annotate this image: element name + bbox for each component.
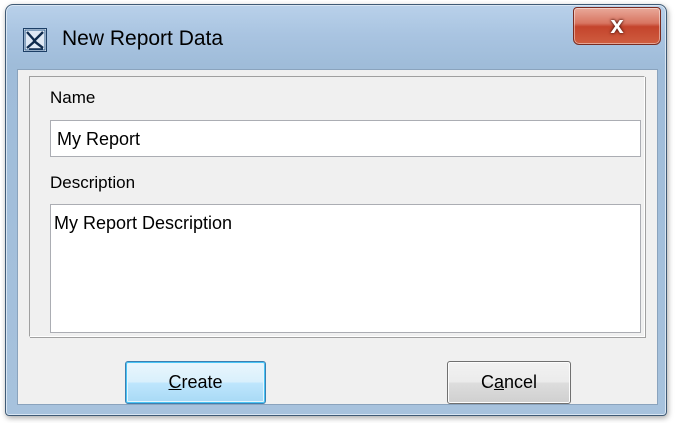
create-label-rest: reate: [181, 372, 223, 392]
name-label: Name: [50, 88, 96, 107]
report-data-icon: [23, 28, 47, 52]
cancel-label-rest: ncel: [503, 372, 538, 392]
name-input[interactable]: My Report: [50, 120, 641, 157]
create-button[interactable]: Create: [125, 361, 266, 404]
title-bar[interactable]: New Report Data x: [6, 5, 666, 69]
cancel-label-prefix: C: [480, 372, 494, 392]
dialog-window: New Report Data x Name My Report Descrip…: [5, 4, 667, 416]
dialog-content: Name My Report Description My Report Des…: [17, 69, 658, 405]
description-label: Description: [50, 173, 136, 192]
description-textarea[interactable]: My Report Description: [50, 204, 641, 333]
cancel-mnemonic: a: [493, 372, 504, 392]
close-button[interactable]: x: [573, 7, 661, 45]
window-title: New Report Data: [62, 27, 224, 50]
create-mnemonic: C: [168, 372, 182, 392]
close-icon: x: [610, 12, 624, 39]
cancel-button[interactable]: Ca ncel: [447, 361, 571, 404]
